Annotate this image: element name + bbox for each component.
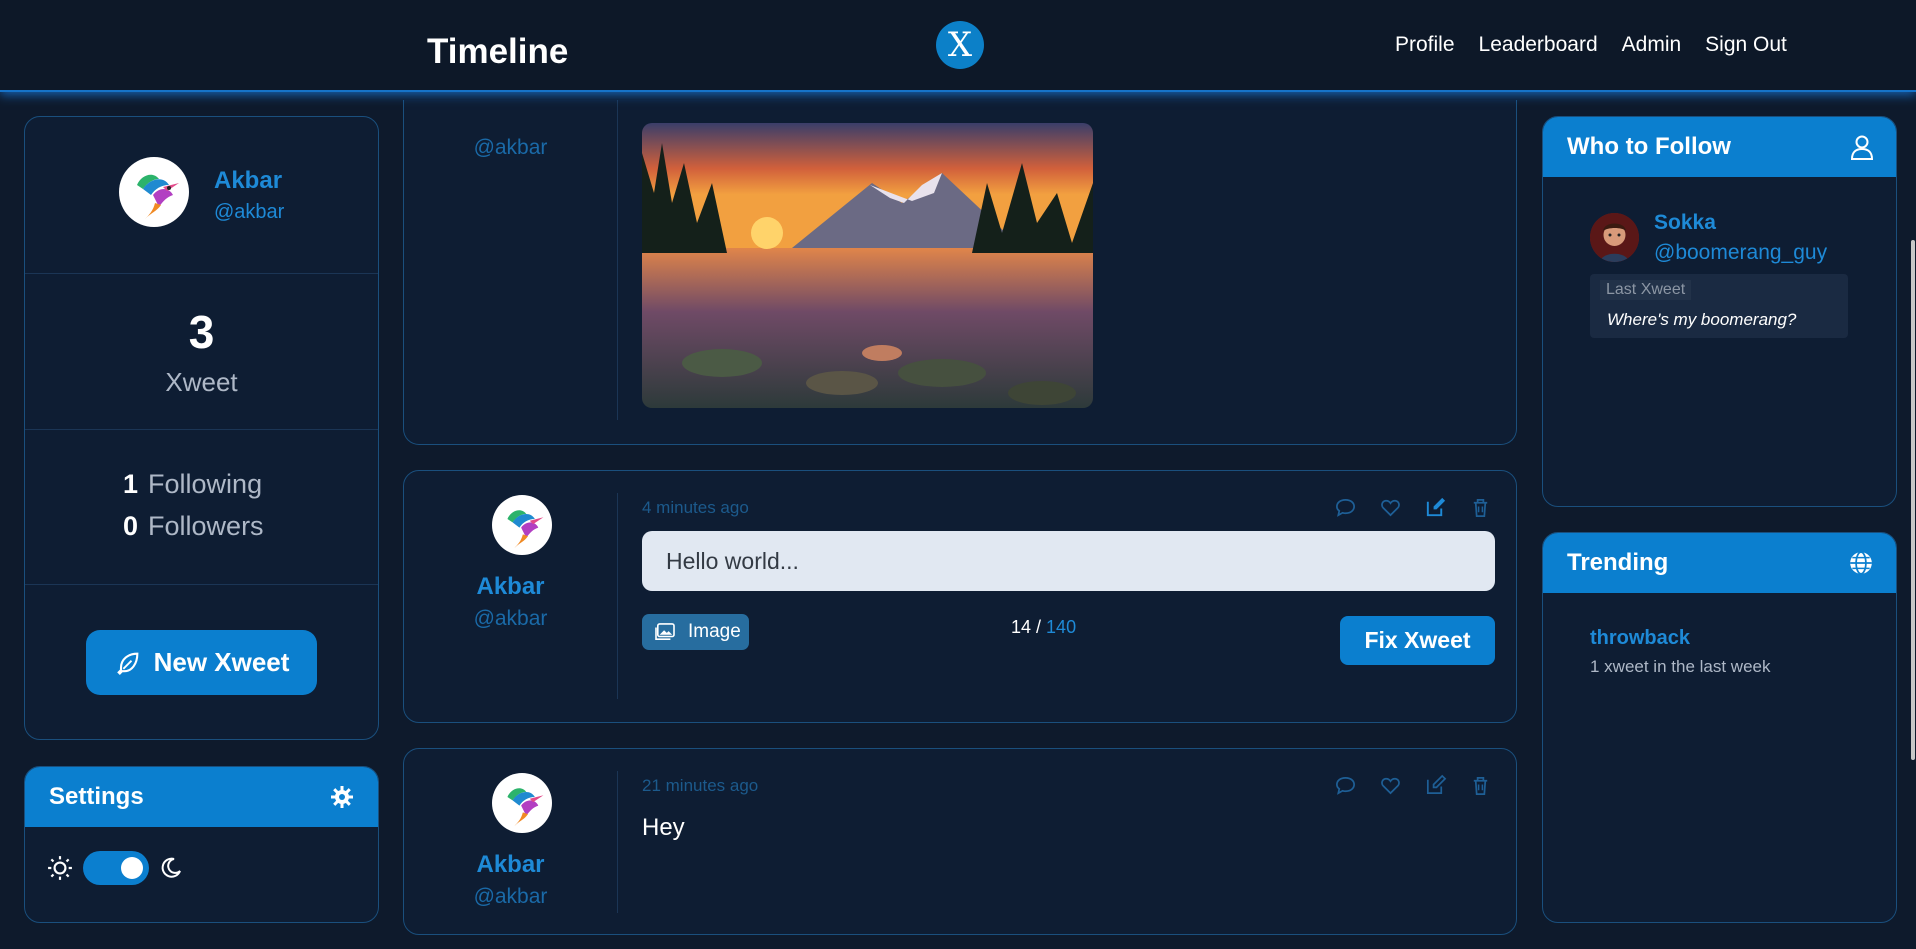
theme-toggle-row (47, 851, 183, 885)
nav-admin[interactable]: Admin (1622, 33, 1682, 57)
author-handle[interactable]: @akbar (404, 885, 617, 909)
xweet-label: Xweet (165, 367, 238, 397)
who-to-follow-header: Who to Follow (1543, 117, 1896, 177)
nav-leaderboard[interactable]: Leaderboard (1479, 33, 1598, 57)
avatar[interactable] (1590, 213, 1639, 262)
divider (25, 584, 378, 585)
user-icon (1850, 135, 1874, 160)
new-xweet-label: New Xweet (153, 647, 290, 677)
last-xweet-box: Last Xweet Where's my boomerang? (1590, 274, 1848, 338)
edit-icon[interactable] (1424, 774, 1447, 797)
feed-post: @akbar (403, 100, 1517, 445)
settings-card: Settings (24, 766, 379, 923)
hummingbird-icon (507, 788, 544, 827)
followers-count: 0 (123, 511, 139, 541)
feather-icon (116, 652, 138, 675)
feed-post: Akbar @akbar 21 minutes ago Hey (403, 748, 1517, 935)
trend-tag[interactable]: throwback (1590, 627, 1690, 650)
heart-icon[interactable] (1379, 496, 1402, 519)
nav-profile[interactable]: Profile (1395, 33, 1455, 57)
last-xweet-text: Where's my boomerang? (1607, 310, 1797, 329)
fix-xweet-button[interactable]: Fix Xweet (1340, 616, 1495, 665)
comment-icon[interactable] (1334, 774, 1357, 797)
following-label: Following (148, 469, 263, 499)
divider (25, 273, 378, 274)
post-divider (617, 493, 618, 699)
post-divider (617, 771, 618, 913)
page-title: Timeline (427, 32, 569, 71)
post-image[interactable] (642, 123, 1093, 408)
following-stat[interactable]: 1 Following (123, 469, 262, 500)
author-name[interactable]: Akbar (404, 851, 617, 879)
edit-xweet-input[interactable] (642, 531, 1495, 591)
trend-meta: 1 xweet in the last week (1590, 657, 1771, 676)
following-count: 1 (123, 469, 139, 499)
char-counter: 14 / 140 (1011, 617, 1076, 638)
settings-header: Settings (25, 767, 378, 827)
xweet-count: 3 (188, 306, 215, 358)
trending-title: Trending (1567, 549, 1669, 576)
heart-icon[interactable] (1379, 774, 1402, 797)
sokka-avatar-icon (1590, 213, 1639, 262)
nav-sign-out[interactable]: Sign Out (1705, 33, 1787, 57)
comment-icon[interactable] (1334, 496, 1357, 519)
sun-icon (48, 856, 72, 880)
page-scrollbar[interactable] (1911, 240, 1915, 760)
who-to-follow-title: Who to Follow (1567, 133, 1731, 160)
post-timestamp: 21 minutes ago (642, 776, 759, 795)
profile-card: Akbar @akbar 3 Xweet 1 Following 0 Followe… (24, 116, 379, 740)
settings-title: Settings (49, 783, 144, 810)
author-name[interactable]: Akbar (404, 573, 617, 601)
x-logo-icon[interactable]: X (936, 21, 984, 69)
new-xweet-button[interactable]: New Xweet (86, 630, 317, 695)
feed-post-editing: Akbar @akbar 4 minutes ago Image 14 / 14… (403, 470, 1517, 723)
author-handle[interactable]: @akbar (404, 136, 617, 160)
image-upload-button[interactable]: Image (642, 614, 749, 650)
top-header: Timeline X Profile Leaderboard Admin Sig… (0, 0, 1916, 92)
top-nav: Profile Leaderboard Admin Sign Out (1395, 33, 1787, 57)
edit-icon[interactable] (1424, 496, 1447, 519)
theme-toggle[interactable] (83, 851, 149, 885)
post-timestamp: 4 minutes ago (642, 498, 749, 517)
who-to-follow-card: Who to Follow Sokka @boomerang_guy Last … (1542, 116, 1897, 507)
image-button-label: Image (688, 621, 741, 642)
avatar[interactable] (492, 773, 552, 833)
post-divider (617, 100, 618, 420)
divider (25, 429, 378, 430)
hummingbird-icon (137, 174, 179, 219)
trending-header: Trending (1543, 533, 1896, 593)
gear-icon[interactable] (330, 785, 354, 809)
post-actions (1334, 774, 1492, 797)
moon-icon (161, 857, 181, 878)
post-text: Hey (642, 814, 685, 841)
followers-label: Followers (148, 511, 264, 541)
follow-user-name[interactable]: Sokka (1654, 211, 1716, 235)
hummingbird-icon (507, 510, 544, 549)
char-count-separator: / (1031, 617, 1047, 637)
followers-stat[interactable]: 0 Followers (123, 511, 264, 542)
trash-icon[interactable] (1469, 496, 1492, 519)
profile-handle[interactable]: @akbar (214, 201, 284, 224)
images-icon (655, 623, 675, 641)
char-count-current: 14 (1011, 617, 1032, 637)
trash-icon[interactable] (1469, 774, 1492, 797)
post-actions (1334, 496, 1492, 519)
landscape-image (642, 123, 1093, 408)
avatar[interactable] (119, 157, 189, 227)
profile-name[interactable]: Akbar (214, 167, 282, 195)
author-handle[interactable]: @akbar (404, 607, 617, 631)
char-count-max: 140 (1046, 617, 1077, 637)
globe-icon (1850, 551, 1872, 575)
last-xweet-label: Last Xweet (1600, 280, 1692, 300)
trending-card: Trending throwback 1 xweet in the last w… (1542, 532, 1897, 923)
avatar[interactable] (492, 495, 552, 555)
follow-user-handle[interactable]: @boomerang_guy (1654, 241, 1827, 265)
